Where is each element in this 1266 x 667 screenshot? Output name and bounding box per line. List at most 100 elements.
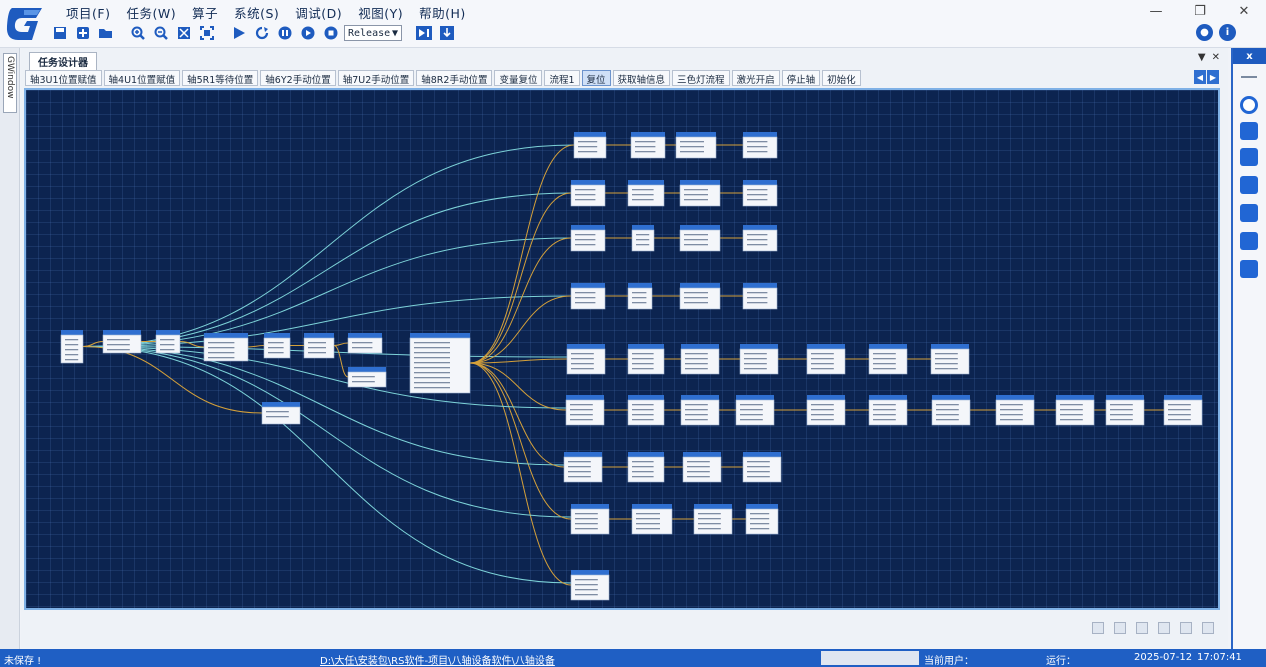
flow-node[interactable]	[742, 225, 778, 252]
hub-icon[interactable]	[1240, 96, 1258, 114]
flow-node[interactable]	[1163, 395, 1203, 426]
flow-node[interactable]	[868, 395, 908, 426]
flow-tab[interactable]: 停止轴	[781, 70, 821, 86]
flow-node[interactable]	[263, 333, 291, 359]
list-settings-icon[interactable]	[1240, 260, 1258, 278]
flow-node[interactable]	[627, 395, 665, 426]
close-window-button[interactable]: ✕	[1222, 0, 1266, 22]
menu-task[interactable]: 任务(W)	[118, 3, 184, 21]
flow-tab[interactable]: 轴5R1等待位置	[182, 70, 259, 86]
actual-size-icon[interactable]	[197, 23, 217, 43]
restore-button[interactable]: ❐	[1178, 0, 1222, 22]
flow-node[interactable]	[570, 283, 606, 310]
menu-help[interactable]: 帮助(H)	[411, 3, 474, 21]
flow-graph[interactable]	[26, 90, 1218, 608]
build-config-select[interactable]: Release ▼	[344, 25, 402, 41]
flow-node[interactable]	[261, 402, 301, 425]
minimize-button[interactable]: —	[1134, 0, 1178, 22]
menu-debug[interactable]: 调试(D)	[287, 3, 350, 21]
flow-node[interactable]	[573, 132, 607, 159]
flow-node[interactable]	[679, 225, 721, 252]
flow-node[interactable]	[631, 225, 655, 252]
scroll-right-icon[interactable]: ▶	[1207, 70, 1219, 84]
flow-node[interactable]	[806, 395, 846, 426]
flow-tab[interactable]: 流程1	[544, 70, 580, 86]
flow-tab[interactable]: 复位	[581, 70, 611, 86]
flow-node[interactable]	[693, 504, 733, 535]
dropdown-icon[interactable]: ▼	[1198, 52, 1206, 63]
flow-node[interactable]	[347, 333, 383, 354]
flow-node[interactable]	[631, 504, 673, 535]
step-icon[interactable]	[298, 23, 318, 43]
flow-node[interactable]	[745, 504, 779, 535]
flow-node[interactable]	[1105, 395, 1145, 426]
flow-tab[interactable]: 轴7U2手动位置	[337, 70, 415, 86]
open-folder-icon[interactable]	[96, 23, 116, 43]
flow-node[interactable]	[60, 330, 84, 364]
menu-project[interactable]: 项目(F)	[58, 3, 118, 21]
menu-operator[interactable]: 算子	[184, 3, 226, 21]
flow-node[interactable]	[930, 344, 970, 375]
flow-node[interactable]	[675, 132, 717, 159]
flow-tab[interactable]: 轴8R2手动位置	[416, 70, 493, 86]
loop-run-icon[interactable]	[252, 23, 272, 43]
flow-node[interactable]	[742, 283, 778, 310]
task-settings-icon[interactable]	[1240, 148, 1258, 166]
flow-tab[interactable]: 变量复位	[494, 70, 543, 86]
flow-node[interactable]	[1055, 395, 1095, 426]
flow-node[interactable]	[679, 180, 721, 207]
menu-system[interactable]: 系统(S)	[226, 3, 287, 21]
flow-node[interactable]	[735, 395, 775, 426]
flow-node[interactable]	[630, 132, 666, 159]
flow-node[interactable]	[565, 395, 605, 426]
flow-node[interactable]	[682, 452, 722, 483]
info-icon[interactable]: i	[1219, 24, 1236, 41]
flow-tab[interactable]: 轴4U1位置赋值	[103, 70, 181, 86]
project-path-link[interactable]: D:\大任\安装包\RS软件-项目\八轴设备软件\八轴设备	[320, 652, 555, 667]
download-icon[interactable]	[437, 23, 457, 43]
stop-icon[interactable]	[321, 23, 341, 43]
zoom-out-icon[interactable]	[151, 23, 171, 43]
fit-view-icon[interactable]	[174, 23, 194, 43]
flow-node[interactable]	[627, 452, 665, 483]
flow-node[interactable]	[347, 367, 387, 388]
flow-node[interactable]	[679, 283, 721, 310]
flow-node[interactable]	[742, 132, 778, 159]
gwindow-tab[interactable]: GWindow	[3, 53, 17, 113]
layers-icon[interactable]	[1240, 204, 1258, 222]
new-icon[interactable]	[73, 23, 93, 43]
flow-node[interactable]	[563, 452, 603, 483]
close-document-icon[interactable]: ✕	[1212, 52, 1220, 63]
zoom-in-icon[interactable]	[128, 23, 148, 43]
flow-node[interactable]	[570, 504, 610, 535]
flow-tab[interactable]: 获取轴信息	[612, 70, 671, 86]
flow-node[interactable]	[303, 333, 335, 359]
flow-node[interactable]	[680, 344, 720, 375]
flow-canvas[interactable]	[24, 88, 1220, 610]
flow-node[interactable]	[868, 344, 908, 375]
flow-node[interactable]	[627, 180, 665, 207]
task-designer-tab[interactable]: 任务设计器	[29, 52, 97, 72]
warning-icon[interactable]	[1240, 232, 1258, 250]
menu-view[interactable]: 视图(Y)	[350, 3, 411, 21]
flow-node[interactable]	[627, 283, 653, 310]
flow-node[interactable]	[627, 344, 665, 375]
flow-tab[interactable]: 激光开启	[731, 70, 780, 86]
user-icon[interactable]: ●	[1196, 24, 1213, 41]
flow-node[interactable]	[742, 452, 782, 483]
flow-node[interactable]	[739, 344, 779, 375]
flow-node[interactable]	[566, 344, 606, 375]
delete-icon[interactable]	[1180, 622, 1192, 634]
flow-node[interactable]	[680, 395, 720, 426]
flow-tab[interactable]: 轴6Y2手动位置	[260, 70, 336, 86]
flow-node[interactable]	[570, 225, 606, 252]
flow-tab[interactable]: 初始化	[822, 70, 861, 86]
scroll-left-icon[interactable]: ◀	[1194, 70, 1206, 84]
flow-tab[interactable]: 三色灯流程	[672, 70, 730, 86]
flow-node[interactable]	[742, 180, 778, 207]
step-into-icon[interactable]	[414, 23, 434, 43]
flow-node[interactable]	[570, 570, 610, 601]
flow-node[interactable]	[102, 330, 142, 354]
flow-node[interactable]	[995, 395, 1035, 426]
monitor-icon[interactable]	[1240, 176, 1258, 194]
